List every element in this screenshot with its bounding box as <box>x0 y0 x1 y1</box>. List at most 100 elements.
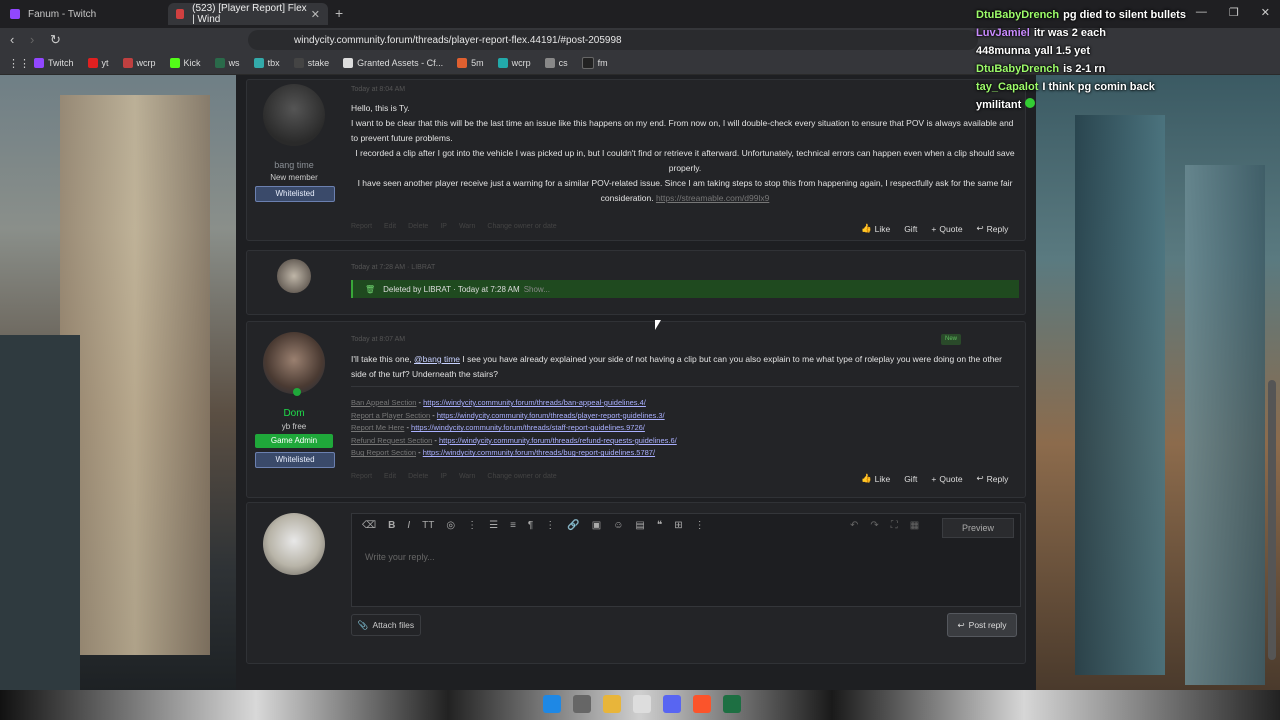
undo-icon[interactable]: ↶ <box>850 520 858 531</box>
edit-link[interactable]: Edit <box>384 223 396 230</box>
post-timestamp[interactable]: Today at 7:28 AM · LIBRAT <box>351 264 435 271</box>
bold-icon[interactable]: B <box>388 520 395 531</box>
new-tab-button[interactable]: + <box>335 5 343 21</box>
bookmark-item[interactable]: Twitch <box>34 58 74 68</box>
reply-placeholder: Write your reply... <box>365 552 435 562</box>
bookmark-item[interactable]: Kick <box>169 58 201 68</box>
ip-link[interactable]: IP <box>440 223 447 230</box>
post-reply-button[interactable]: ↩ Post reply <box>947 613 1017 637</box>
avatar[interactable] <box>263 332 325 394</box>
align-icon[interactable]: ≡ <box>510 520 516 531</box>
scrollbar[interactable] <box>1268 380 1276 660</box>
post-timestamp[interactable]: Today at 8:07 AM <box>351 336 405 343</box>
background-image-left <box>0 75 245 690</box>
apps-icon[interactable]: ⋮⋮ <box>8 57 30 70</box>
ref-link[interactable]: https://windycity.community.forum/thread… <box>423 448 655 457</box>
bookmark-icon <box>544 58 555 68</box>
image-icon[interactable]: ▣ <box>592 520 601 531</box>
reply-icon: ↩ <box>976 473 984 483</box>
change-owner-link[interactable]: Change owner or date <box>487 473 556 480</box>
tab-forum[interactable]: (523) [Player Report] Flex | Wind ✕ <box>168 3 328 25</box>
media-icon[interactable]: ▤ <box>635 520 644 531</box>
post-actions: 👍 Like Gift + Quote ↩ Reply <box>861 223 1008 234</box>
discord-icon[interactable] <box>663 695 681 713</box>
show-link[interactable]: Show... <box>524 285 550 294</box>
table-icon[interactable]: ⊞ <box>674 520 682 531</box>
reply-editor[interactable]: ⌫ B I TT ◎ ⋮ ☰ ≡ ¶ ⋮ 🔗 ▣ ☺ ▤ ❝ ⊞ ⋮ ↶ ↷ ⛶… <box>351 513 1021 607</box>
italic-icon[interactable]: I <box>407 520 410 531</box>
bookmark-item[interactable]: stake <box>293 58 329 68</box>
bookmark-item[interactable]: wcrp <box>497 58 531 68</box>
reply-button[interactable]: ↩ Reply <box>977 223 1009 234</box>
reload-icon[interactable]: ↻ <box>50 32 61 48</box>
warn-link[interactable]: Warn <box>459 473 475 480</box>
chrome-icon[interactable] <box>633 695 651 713</box>
ref-link[interactable]: https://windycity.community.forum/thread… <box>423 398 646 407</box>
bookmark-item[interactable]: wcrp <box>122 58 156 68</box>
delete-link[interactable]: Delete <box>408 223 428 230</box>
bookmark-item[interactable]: fm <box>581 57 608 69</box>
more-icon[interactable]: ⋮ <box>467 520 477 531</box>
post-timestamp[interactable]: Today at 8:04 AM <box>351 86 405 93</box>
more-icon[interactable]: ⋮ <box>545 520 555 531</box>
report-link[interactable]: Report <box>351 473 372 480</box>
change-owner-link[interactable]: Change owner or date <box>487 223 556 230</box>
bookmark-item[interactable]: tbx <box>253 58 280 68</box>
gift-button[interactable]: Gift <box>904 223 917 234</box>
bookmark-item[interactable]: yt <box>87 58 109 68</box>
fullscreen-icon[interactable]: ⛶ <box>891 520 898 531</box>
new-badge: New <box>941 334 961 345</box>
brave-icon[interactable] <box>693 695 711 713</box>
bookmark-item[interactable]: ws <box>214 58 240 68</box>
url-field[interactable]: windycity.community.forum/threads/player… <box>248 30 978 50</box>
search-icon[interactable] <box>573 695 591 713</box>
quote-button[interactable]: + Quote <box>931 223 962 234</box>
bookmark-item[interactable]: 5m <box>457 58 484 68</box>
file-explorer-icon[interactable] <box>603 695 621 713</box>
bookmark-icon <box>497 58 508 68</box>
avatar[interactable] <box>277 259 311 293</box>
quote-icon[interactable]: ❝ <box>657 520 662 531</box>
more-icon[interactable]: ⋮ <box>695 520 705 531</box>
ref-link[interactable]: https://windycity.community.forum/thread… <box>411 423 645 432</box>
ref-link[interactable]: https://windycity.community.forum/thread… <box>437 411 665 420</box>
emoji-icon[interactable]: ☺ <box>613 520 623 531</box>
streamable-link[interactable]: https://streamable.com/d99lx9 <box>656 193 769 203</box>
ref-link[interactable]: https://windycity.community.forum/thread… <box>439 436 677 445</box>
quote-button[interactable]: + Quote <box>931 473 962 484</box>
delete-link[interactable]: Delete <box>408 473 428 480</box>
list-icon[interactable]: ☰ <box>489 520 498 531</box>
back-icon[interactable]: ‹ <box>10 32 14 47</box>
paragraph-icon[interactable]: ¶ <box>528 520 533 531</box>
ip-link[interactable]: IP <box>440 473 447 480</box>
username[interactable]: Dom <box>249 408 339 419</box>
drafts-icon[interactable]: ▦ <box>910 520 919 531</box>
color-icon[interactable]: ◎ <box>446 520 455 531</box>
excel-icon[interactable] <box>723 695 741 713</box>
report-link[interactable]: Report <box>351 223 372 230</box>
close-tab-icon[interactable]: ✕ <box>311 8 320 21</box>
signature-links: Ban Appeal Section - https://windycity.c… <box>351 398 677 458</box>
gift-button[interactable]: Gift <box>904 473 917 484</box>
reply-button[interactable]: ↩ Reply <box>977 473 1009 484</box>
edit-link[interactable]: Edit <box>384 473 396 480</box>
like-button[interactable]: 👍 Like <box>861 473 890 484</box>
user-mention[interactable]: @bang time <box>414 354 460 364</box>
attach-files-button[interactable]: 📎 Attach files <box>351 614 421 636</box>
avatar[interactable] <box>263 84 325 146</box>
tab-twitch[interactable]: Fanum - Twitch <box>2 3 166 25</box>
text-size-icon[interactable]: TT <box>422 520 434 531</box>
eraser-icon[interactable]: ⌫ <box>362 520 376 531</box>
warn-link[interactable]: Warn <box>459 223 475 230</box>
forward-icon[interactable]: › <box>30 32 34 47</box>
windows-start-icon[interactable] <box>543 695 561 713</box>
chat-message: 448munna yall 1.5 yet <box>976 45 1091 57</box>
preview-button[interactable]: Preview <box>942 518 1014 538</box>
like-button[interactable]: 👍 Like <box>861 223 890 234</box>
link-icon[interactable]: 🔗 <box>567 520 579 531</box>
redo-icon[interactable]: ↷ <box>870 520 878 531</box>
bookmark-item[interactable]: Granted Assets - Cf... <box>343 58 443 68</box>
bookmark-item[interactable]: cs <box>544 58 568 68</box>
bookmark-icon <box>581 57 594 69</box>
username[interactable]: bang time <box>249 160 339 170</box>
